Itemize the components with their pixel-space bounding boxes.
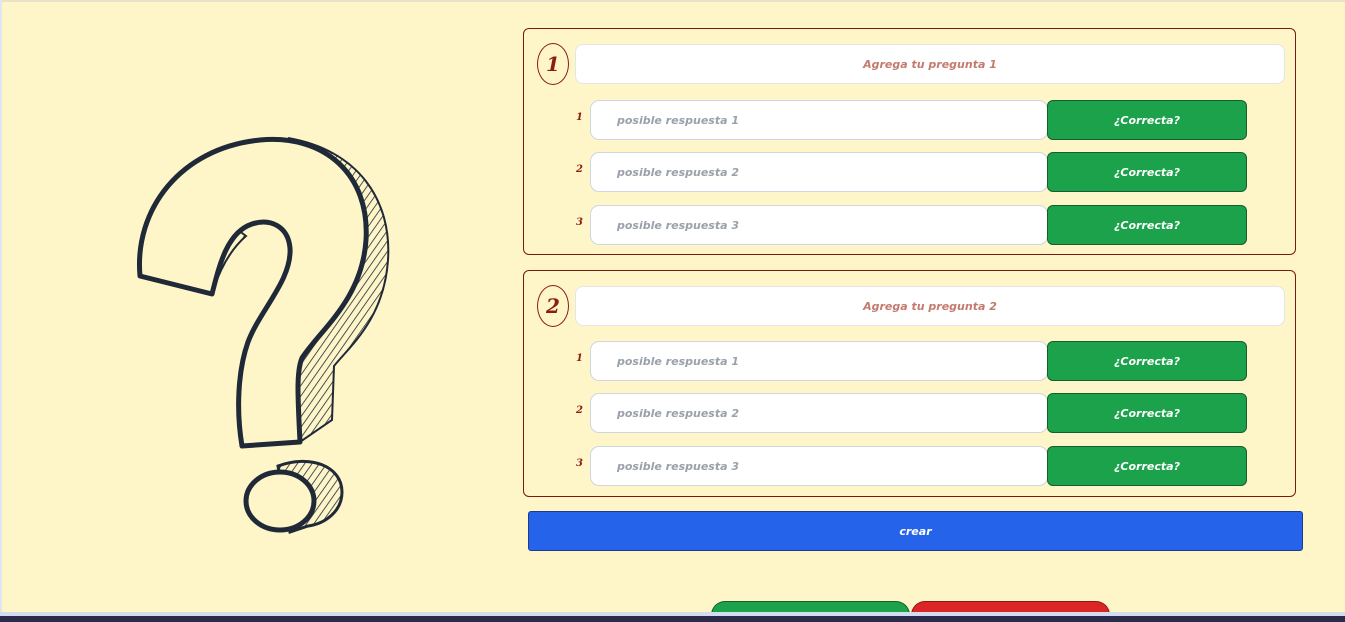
question-card-2: 2 Agrega tu pregunta 2 1 posible respues… [523, 270, 1296, 497]
answer-input[interactable]: posible respuesta 3 [590, 446, 1048, 486]
answer-number: 1 [576, 353, 583, 364]
answer-row: 3 posible respuesta 3 ¿Correcta? [524, 446, 1297, 486]
answer-row: 2 posible respuesta 2 ¿Correcta? [524, 152, 1297, 192]
question-number: 1 [537, 43, 569, 85]
answer-number: 1 [576, 112, 583, 123]
correct-button[interactable]: ¿Correcta? [1047, 393, 1247, 433]
answer-row: 2 posible respuesta 2 ¿Correcta? [524, 393, 1297, 433]
left-border [0, 0, 2, 622]
answer-input[interactable]: posible respuesta 2 [590, 152, 1048, 192]
answer-number: 2 [576, 164, 583, 175]
correct-button[interactable]: ¿Correcta? [1047, 205, 1247, 245]
answer-input[interactable]: posible respuesta 1 [590, 341, 1048, 381]
taskbar [0, 616, 1345, 622]
question-card-1: 1 Agrega tu pregunta 1 1 posible respues… [523, 28, 1296, 255]
answer-number: 3 [576, 458, 583, 469]
answer-input[interactable]: posible respuesta 2 [590, 393, 1048, 433]
correct-button[interactable]: ¿Correcta? [1047, 341, 1247, 381]
create-button[interactable]: crear [528, 511, 1303, 551]
answer-number: 3 [576, 217, 583, 228]
question-number: 2 [537, 285, 569, 327]
answer-row: 3 posible respuesta 3 ¿Correcta? [524, 205, 1297, 245]
question-input[interactable]: Agrega tu pregunta 2 [575, 286, 1285, 326]
correct-button[interactable]: ¿Correcta? [1047, 446, 1247, 486]
answer-row: 1 posible respuesta 1 ¿Correcta? [524, 341, 1297, 381]
question-mark-illustration [136, 136, 390, 534]
top-border [0, 0, 1345, 2]
answer-input[interactable]: posible respuesta 1 [590, 100, 1048, 140]
answer-number: 2 [576, 405, 583, 416]
correct-button[interactable]: ¿Correcta? [1047, 152, 1247, 192]
answer-row: 1 posible respuesta 1 ¿Correcta? [524, 100, 1297, 140]
question-input[interactable]: Agrega tu pregunta 1 [575, 44, 1285, 84]
correct-button[interactable]: ¿Correcta? [1047, 100, 1247, 140]
answer-input[interactable]: posible respuesta 3 [590, 205, 1048, 245]
